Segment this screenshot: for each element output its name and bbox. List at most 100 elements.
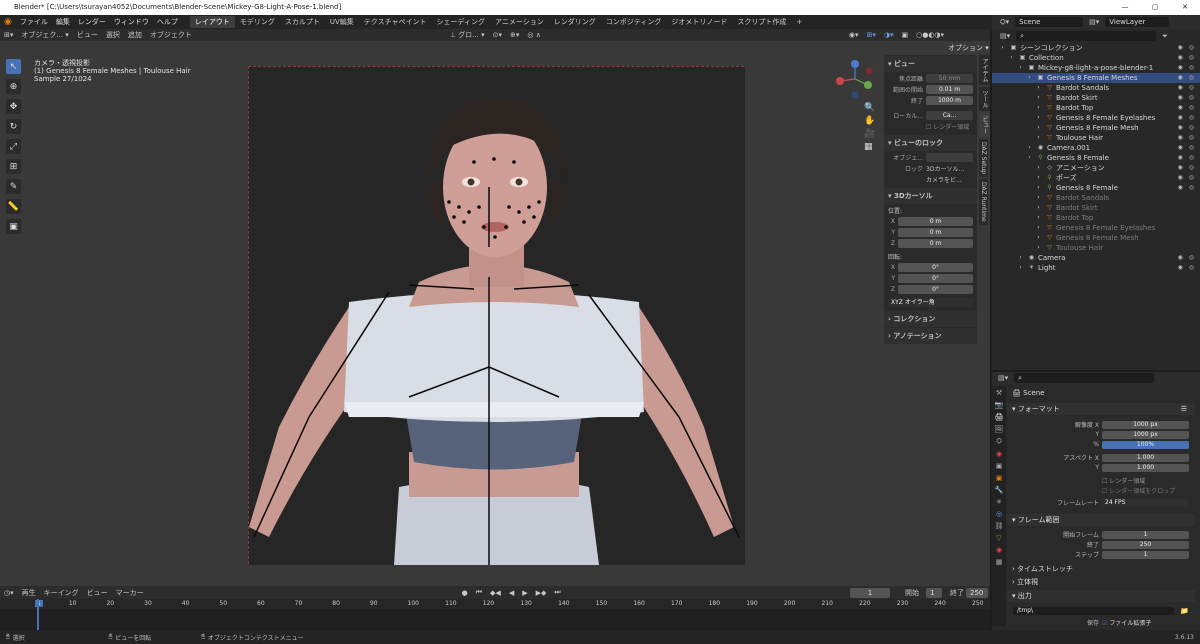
expand-arrow-icon[interactable]: ›: [1034, 133, 1043, 143]
visibility-toggle-icon[interactable]: ◉ ◎: [1178, 113, 1196, 123]
outliner-row[interactable]: › ◇ アニメーション ◉ ◎: [992, 163, 1200, 173]
render-region-checkbox[interactable]: ☐ レンダー領域: [1102, 476, 1145, 485]
tab-layout[interactable]: レイアウト: [189, 16, 235, 28]
outliner-row[interactable]: › ▣ Mickey-g8-light-a-pose-blender-1 ◉ ◎: [992, 63, 1200, 73]
tab-texture-paint[interactable]: テクスチャペイント: [359, 16, 432, 28]
aspect-y-field[interactable]: 1.000: [1102, 463, 1189, 472]
visibility-toggle-icon[interactable]: ◉ ◎: [1178, 183, 1196, 193]
outliner-row[interactable]: › ▽ Toulouse Hair: [992, 243, 1200, 253]
jump-start-icon[interactable]: ⏮: [472, 588, 486, 597]
visibility-toggle-icon[interactable]: ◉ ◎: [1178, 123, 1196, 133]
stereo-section-header[interactable]: › 立体視: [1007, 576, 1195, 588]
expand-arrow-icon[interactable]: ›: [1034, 83, 1043, 93]
outliner-row[interactable]: › ▽ Bardot Top: [992, 213, 1200, 223]
outliner-row[interactable]: › ▣ Genesis 8 Female Meshes ◉ ◎: [992, 73, 1200, 83]
outliner-row[interactable]: › ▣ Collection ◉ ◎: [992, 53, 1200, 63]
collection-section-header[interactable]: › コレクション: [884, 311, 977, 327]
playhead[interactable]: [37, 599, 39, 630]
time-stretch-section-header[interactable]: › タイムストレッチ: [1007, 563, 1195, 575]
tab-uv-editing[interactable]: UV編集: [325, 16, 359, 28]
next-key-icon[interactable]: ▶◆: [532, 589, 551, 597]
outliner-row[interactable]: › ▽ Bardot Top ◉ ◎: [992, 103, 1200, 113]
folder-icon[interactable]: 📁: [1180, 607, 1189, 615]
texture-tab-icon[interactable]: ▦: [996, 558, 1003, 566]
lock-camera-checkbox[interactable]: カメラをビ...: [926, 175, 962, 184]
xray-icon[interactable]: ▣: [897, 31, 912, 39]
outliner-row[interactable]: › ▽ Bardot Skirt ◉ ◎: [992, 93, 1200, 103]
render-region-checkbox-label[interactable]: ☐ レンダー領域: [926, 122, 969, 131]
rotation-y-field[interactable]: 0°: [898, 273, 973, 283]
outliner-row[interactable]: › ▽ Toulouse Hair ◉ ◎: [992, 133, 1200, 143]
filter-icon[interactable]: ⏷: [1162, 32, 1168, 41]
tab-geometry-nodes[interactable]: ジオメトリノード: [666, 16, 732, 28]
menu-help[interactable]: ヘルプ: [153, 17, 182, 27]
render-tab-icon[interactable]: 📷: [995, 401, 1004, 409]
scene-tab-icon[interactable]: ⛭: [996, 437, 1002, 446]
rotate-tool-icon[interactable]: ↻: [6, 119, 21, 134]
res-x-field[interactable]: 1000 px: [1102, 420, 1189, 429]
visibility-icon[interactable]: ◉▾: [845, 31, 863, 39]
menu-add[interactable]: 追加: [124, 30, 146, 40]
preset-list-icon[interactable]: ☰: [1181, 403, 1187, 415]
outliner-row[interactable]: › ▽ Bardot Skirt: [992, 203, 1200, 213]
add-workspace-icon[interactable]: +: [791, 16, 807, 28]
zoom-icon[interactable]: 🔍: [864, 103, 875, 113]
rotation-mode-select[interactable]: XYZ オイラー角: [888, 297, 973, 307]
render-region-row[interactable]: ☐ レンダー領域: [884, 121, 977, 131]
expand-arrow-icon[interactable]: ›: [1025, 143, 1034, 153]
navigation-gizmo[interactable]: [835, 59, 875, 101]
expand-arrow-icon[interactable]: ›: [1016, 63, 1025, 73]
view-lock-section-header[interactable]: ▾ ビューのロック: [884, 135, 977, 151]
jump-end-icon[interactable]: ⏭: [550, 588, 564, 597]
visibility-toggle-icon[interactable]: ◉ ◎: [1178, 143, 1196, 153]
clip-start-field[interactable]: 0.01 m: [926, 84, 973, 94]
transform-tool-icon[interactable]: ⊞: [6, 159, 21, 174]
close-icon[interactable]: ✕: [1170, 0, 1200, 15]
outliner-row[interactable]: › ▽ Genesis 8 Female Eyelashes: [992, 223, 1200, 233]
expand-arrow-icon[interactable]: ›: [1034, 183, 1043, 193]
gizmo-icon[interactable]: ⊞▾: [862, 31, 879, 39]
rotation-z-field[interactable]: 0°: [898, 284, 973, 294]
modifier-tab-icon[interactable]: 🔧: [995, 486, 1004, 494]
camera-view-icon[interactable]: 🎥: [864, 129, 875, 139]
expand-arrow-icon[interactable]: ›: [1016, 263, 1025, 273]
expand-arrow-icon[interactable]: ›: [1034, 203, 1043, 213]
perspective-grid-icon[interactable]: ▦: [864, 142, 875, 152]
proportional-icon[interactable]: ◎ ∧: [523, 31, 544, 39]
scene-icon[interactable]: ⛭▾: [1000, 18, 1009, 27]
outliner-row[interactable]: › ▽ Genesis 8 Female Mesh: [992, 233, 1200, 243]
menu-window[interactable]: ウィンドウ: [110, 17, 153, 27]
file-ext-checkbox[interactable]: ☑ ファイル拡張子: [1102, 618, 1151, 627]
res-pct-field[interactable]: 100%: [1102, 440, 1189, 449]
menu-object[interactable]: オブジェクト: [146, 30, 196, 40]
output-path-field[interactable]: /tmp\: [1013, 606, 1175, 615]
expand-arrow-icon[interactable]: ›: [1016, 253, 1025, 263]
tab-view[interactable]: ビュー: [979, 113, 990, 137]
view-layer-select[interactable]: ViewLayer: [1105, 17, 1170, 27]
outliner-row[interactable]: › ⚲ ポーズ ◉ ◎: [992, 173, 1200, 183]
expand-arrow-icon[interactable]: ›: [1034, 113, 1043, 123]
cursor-z-field[interactable]: 0 m: [898, 238, 973, 248]
res-y-field[interactable]: 1000 px: [1102, 430, 1189, 439]
outliner-row[interactable]: › ⚲ Genesis 8 Female ◉ ◎: [992, 183, 1200, 193]
tab-daz-runtime[interactable]: DAZ Runtime: [979, 179, 988, 225]
tab-modeling[interactable]: モデリング: [235, 16, 280, 28]
tool-tab-icon[interactable]: ⚒: [996, 389, 1002, 397]
visibility-toggle-icon[interactable]: ◉ ◎: [1178, 103, 1196, 113]
visibility-toggle-icon[interactable]: ◉ ◎: [1178, 253, 1196, 263]
visibility-toggle-icon[interactable]: ◉ ◎: [1178, 83, 1196, 93]
outliner-row[interactable]: › ▽ Bardot Sandals ◉ ◎: [992, 83, 1200, 93]
visibility-toggle-icon[interactable]: ◉ ◎: [1178, 173, 1196, 183]
visibility-toggle-icon[interactable]: ◉ ◎: [1178, 43, 1196, 53]
collection-tab-icon[interactable]: ▣: [996, 462, 1003, 470]
lock-object-field[interactable]: [926, 152, 973, 162]
menu-select[interactable]: 選択: [102, 30, 124, 40]
timeline-editor-icon[interactable]: ◷▾: [0, 589, 18, 597]
frame-rate-select[interactable]: 24 FPS: [1102, 498, 1189, 507]
pan-hand-icon[interactable]: ✋: [864, 116, 875, 126]
menu-view[interactable]: ビュー: [73, 30, 102, 40]
expand-arrow-icon[interactable]: ›: [1034, 103, 1043, 113]
expand-arrow-icon[interactable]: ›: [1034, 193, 1043, 203]
cursor-y-field[interactable]: 0 m: [898, 227, 973, 237]
editor-type-icon[interactable]: ⊞▾: [0, 31, 17, 39]
